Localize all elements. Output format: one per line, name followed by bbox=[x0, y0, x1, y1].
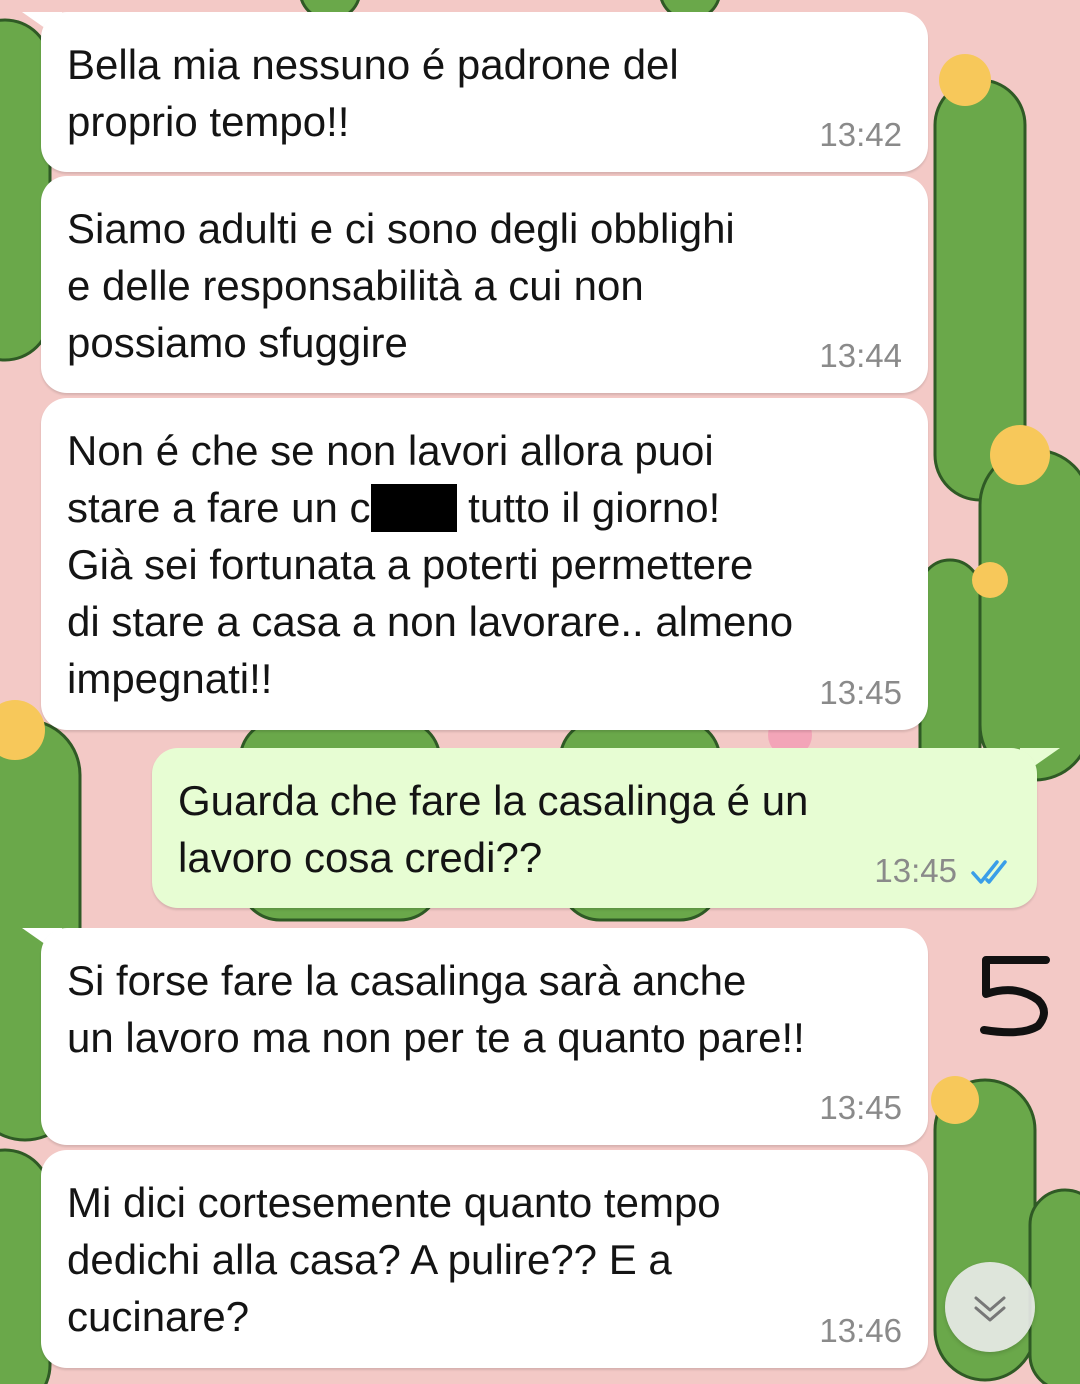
message-bubble-incoming[interactable]: Bella mia nessuno é padrone del proprio … bbox=[41, 12, 928, 172]
message-bubble-incoming[interactable]: Non é che se non lavori allora puoi star… bbox=[41, 398, 928, 730]
message-text: Si forse fare la casalinga sarà anche un… bbox=[67, 957, 805, 1061]
double-check-icon bbox=[971, 860, 1007, 884]
message-text: Mi dici cortesemente quanto tempo dedich… bbox=[67, 1179, 721, 1340]
handwritten-page-number: 5 bbox=[980, 956, 1050, 1037]
message-bubble-incoming[interactable]: Siamo adulti e ci sono degli obblighi e … bbox=[41, 176, 928, 393]
message-timestamp: 13:45 bbox=[874, 852, 957, 889]
message-timestamp: 13:46 bbox=[819, 1312, 902, 1349]
message-timestamp: 13:45 bbox=[819, 674, 902, 711]
message-text: Siamo adulti e ci sono degli obblighi e … bbox=[67, 205, 735, 366]
chevron-double-down-icon bbox=[974, 1296, 1006, 1322]
message-text: Guarda che fare la casalinga é un lavoro… bbox=[178, 777, 809, 881]
message-text: Bella mia nessuno é padrone del proprio … bbox=[67, 41, 679, 145]
message-bubble-outgoing[interactable]: Guarda che fare la casalinga é un lavoro… bbox=[152, 748, 1037, 908]
scroll-to-bottom-button[interactable] bbox=[945, 1262, 1035, 1352]
message-text: Non é che se non lavori allora puoi star… bbox=[67, 422, 793, 707]
message-bubble-incoming[interactable]: Si forse fare la casalinga sarà anche un… bbox=[41, 928, 928, 1145]
message-timestamp: 13:44 bbox=[819, 337, 902, 374]
message-timestamp: 13:45 bbox=[819, 1089, 902, 1126]
message-bubble-incoming[interactable]: Mi dici cortesemente quanto tempo dedich… bbox=[41, 1150, 928, 1368]
message-timestamp: 13:42 bbox=[819, 116, 902, 153]
redaction-box bbox=[370, 484, 457, 532]
